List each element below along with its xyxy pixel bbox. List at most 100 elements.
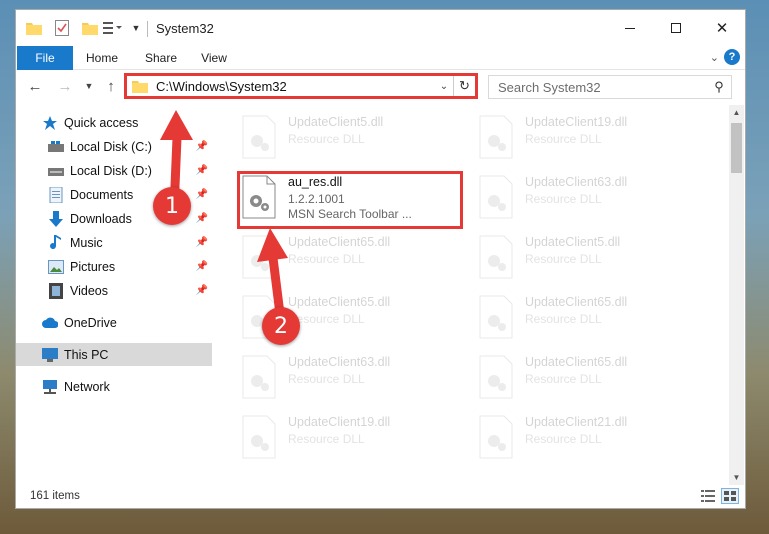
file-description: Resource DLL	[288, 432, 365, 446]
maximize-button[interactable]	[653, 10, 699, 46]
address-path[interactable]: C:\Windows\System32	[156, 79, 435, 94]
highlight-box	[237, 171, 463, 229]
customize-toolbar-icon[interactable]	[102, 19, 124, 37]
file-list: UpdateClient5.dll Resource DLL au_res.dll…	[213, 105, 728, 485]
file-item[interactable]: UpdateClient19.dll Resource DLL	[478, 113, 703, 171]
navigation-bar: ← → ▼ ↑ C:\Windows\System32 ⌄ ↻ Search S…	[16, 71, 745, 101]
sidebar-item-label: Pictures	[70, 259, 116, 274]
pin-icon[interactable]: 📌	[196, 285, 208, 296]
scroll-up-icon[interactable]: ▲	[729, 105, 744, 120]
back-button[interactable]: ←	[24, 76, 46, 96]
scrollbar-thumb[interactable]	[731, 123, 742, 173]
file-description: Resource DLL	[525, 432, 602, 446]
file-item[interactable]: UpdateClient5.dll Resource DLL	[241, 113, 466, 171]
sidebar-item-local-disk-c[interactable]: Local Disk (C:) 📌	[16, 135, 212, 158]
dll-file-icon	[242, 115, 276, 159]
file-description: Resource DLL	[288, 312, 365, 326]
title-bar: ▼ System32 ✕	[16, 10, 745, 46]
sidebar-item-onedrive[interactable]: OneDrive	[16, 311, 212, 334]
pin-icon[interactable]: 📌	[196, 261, 208, 272]
sidebar-item-quick-access[interactable]: Quick access	[16, 111, 212, 134]
dll-file-icon	[479, 115, 513, 159]
sidebar-item-label: Local Disk (C:)	[70, 139, 152, 154]
details-view-icon[interactable]	[701, 489, 715, 503]
tab-view[interactable]: View	[196, 46, 232, 70]
file-item[interactable]: UpdateClient19.dll Resource DLL	[241, 413, 466, 471]
sidebar-item-label: This PC	[64, 347, 109, 362]
file-description: Resource DLL	[525, 252, 602, 266]
expand-ribbon-icon[interactable]: ⌄	[710, 51, 719, 64]
pin-icon[interactable]: 📌	[196, 141, 208, 152]
pin-icon[interactable]: 📌	[196, 213, 208, 224]
search-box[interactable]: Search System32 ⚲	[488, 75, 732, 99]
recent-locations-button[interactable]: ▼	[82, 76, 96, 96]
properties-icon[interactable]	[54, 19, 70, 37]
help-icon[interactable]: ?	[724, 49, 740, 65]
file-name: UpdateClient5.dll	[525, 235, 621, 249]
chevron-down-icon[interactable]: ▼	[130, 19, 142, 37]
maximize-icon	[671, 23, 681, 33]
file-item[interactable]: UpdateClient63.dll Resource DLL	[478, 173, 703, 231]
file-description: Resource DLL	[288, 252, 365, 266]
large-icons-view-icon[interactable]	[721, 488, 739, 504]
sidebar-item-local-disk-d[interactable]: Local Disk (D:) 📌	[16, 159, 212, 182]
file-description: Resource DLL	[288, 372, 365, 386]
ribbon-tabs: File Home Share View ⌄ ?	[16, 46, 745, 70]
file-item[interactable]: UpdateClient65.dll Resource DLL	[478, 293, 703, 351]
arrow-up-icon: ↑	[107, 77, 115, 95]
file-description: Resource DLL	[525, 372, 602, 386]
sidebar-item-pictures[interactable]: Pictures 📌	[16, 255, 212, 278]
close-icon: ✕	[715, 20, 729, 37]
documents-icon	[48, 186, 64, 203]
file-explorer-window: ▼ System32 ✕ File Home Share View ⌄ ? ← …	[15, 9, 746, 509]
close-button[interactable]: ✕	[699, 10, 745, 46]
minimize-icon	[625, 27, 635, 29]
file-name: UpdateClient21.dll	[525, 415, 628, 429]
file-item[interactable]: UpdateClient21.dll Resource DLL	[478, 413, 703, 471]
chevron-down-icon: ▼	[84, 81, 94, 91]
address-dropdown-icon[interactable]: ⌄	[435, 81, 453, 92]
drive-icon	[48, 139, 64, 155]
up-button[interactable]: ↑	[100, 76, 122, 96]
file-item[interactable]: UpdateClient63.dll Resource DLL	[241, 353, 466, 411]
pin-icon[interactable]: 📌	[196, 189, 208, 200]
window-title: System32	[156, 21, 214, 36]
videos-icon	[48, 282, 64, 299]
sidebar-item-music[interactable]: Music 📌	[16, 231, 212, 254]
tab-share[interactable]: Share	[140, 46, 182, 70]
item-count: 161 items	[30, 490, 80, 502]
file-description: Resource DLL	[288, 132, 365, 146]
vertical-scrollbar[interactable]: ▲ ▼	[729, 105, 744, 485]
file-item[interactable]: UpdateClient5.dll Resource DLL	[478, 233, 703, 291]
minimize-button[interactable]	[607, 10, 653, 46]
download-icon	[48, 210, 64, 227]
scroll-down-icon[interactable]: ▼	[729, 470, 744, 485]
file-item[interactable]: UpdateClient65.dll Resource DLL	[478, 353, 703, 411]
file-item[interactable]: UpdateClient65.dll Resource DLL	[241, 233, 466, 291]
pin-icon[interactable]: 📌	[196, 237, 208, 248]
new-folder-icon[interactable]	[82, 19, 98, 37]
file-description: Resource DLL	[525, 132, 602, 146]
sidebar-item-this-pc[interactable]: This PC	[16, 343, 212, 366]
file-description: Resource DLL	[525, 192, 602, 206]
pictures-icon	[48, 259, 64, 275]
sidebar-item-videos[interactable]: Videos 📌	[16, 279, 212, 302]
search-input[interactable]: Search System32	[489, 80, 707, 95]
sidebar-item-label: Music	[70, 235, 103, 250]
navigation-pane: Quick access Local Disk (C:) 📌 Local Dis…	[16, 109, 212, 489]
refresh-button[interactable]: ↻	[453, 76, 475, 96]
tab-file[interactable]: File	[17, 46, 73, 70]
sidebar-item-label: OneDrive	[64, 315, 117, 330]
file-name: UpdateClient5.dll	[288, 115, 384, 129]
sidebar-item-network[interactable]: Network	[16, 375, 212, 398]
dll-file-icon	[479, 355, 513, 399]
pin-icon[interactable]: 📌	[196, 165, 208, 176]
sidebar-item-label: Documents	[70, 187, 134, 202]
forward-button[interactable]: →	[54, 76, 76, 96]
file-name: UpdateClient65.dll	[288, 295, 391, 309]
file-name: UpdateClient65.dll	[525, 295, 628, 309]
address-bar[interactable]: C:\Windows\System32 ⌄ ↻	[124, 73, 478, 99]
dll-file-icon	[242, 235, 276, 279]
tab-home[interactable]: Home	[80, 46, 124, 70]
search-icon[interactable]: ⚲	[707, 79, 731, 95]
